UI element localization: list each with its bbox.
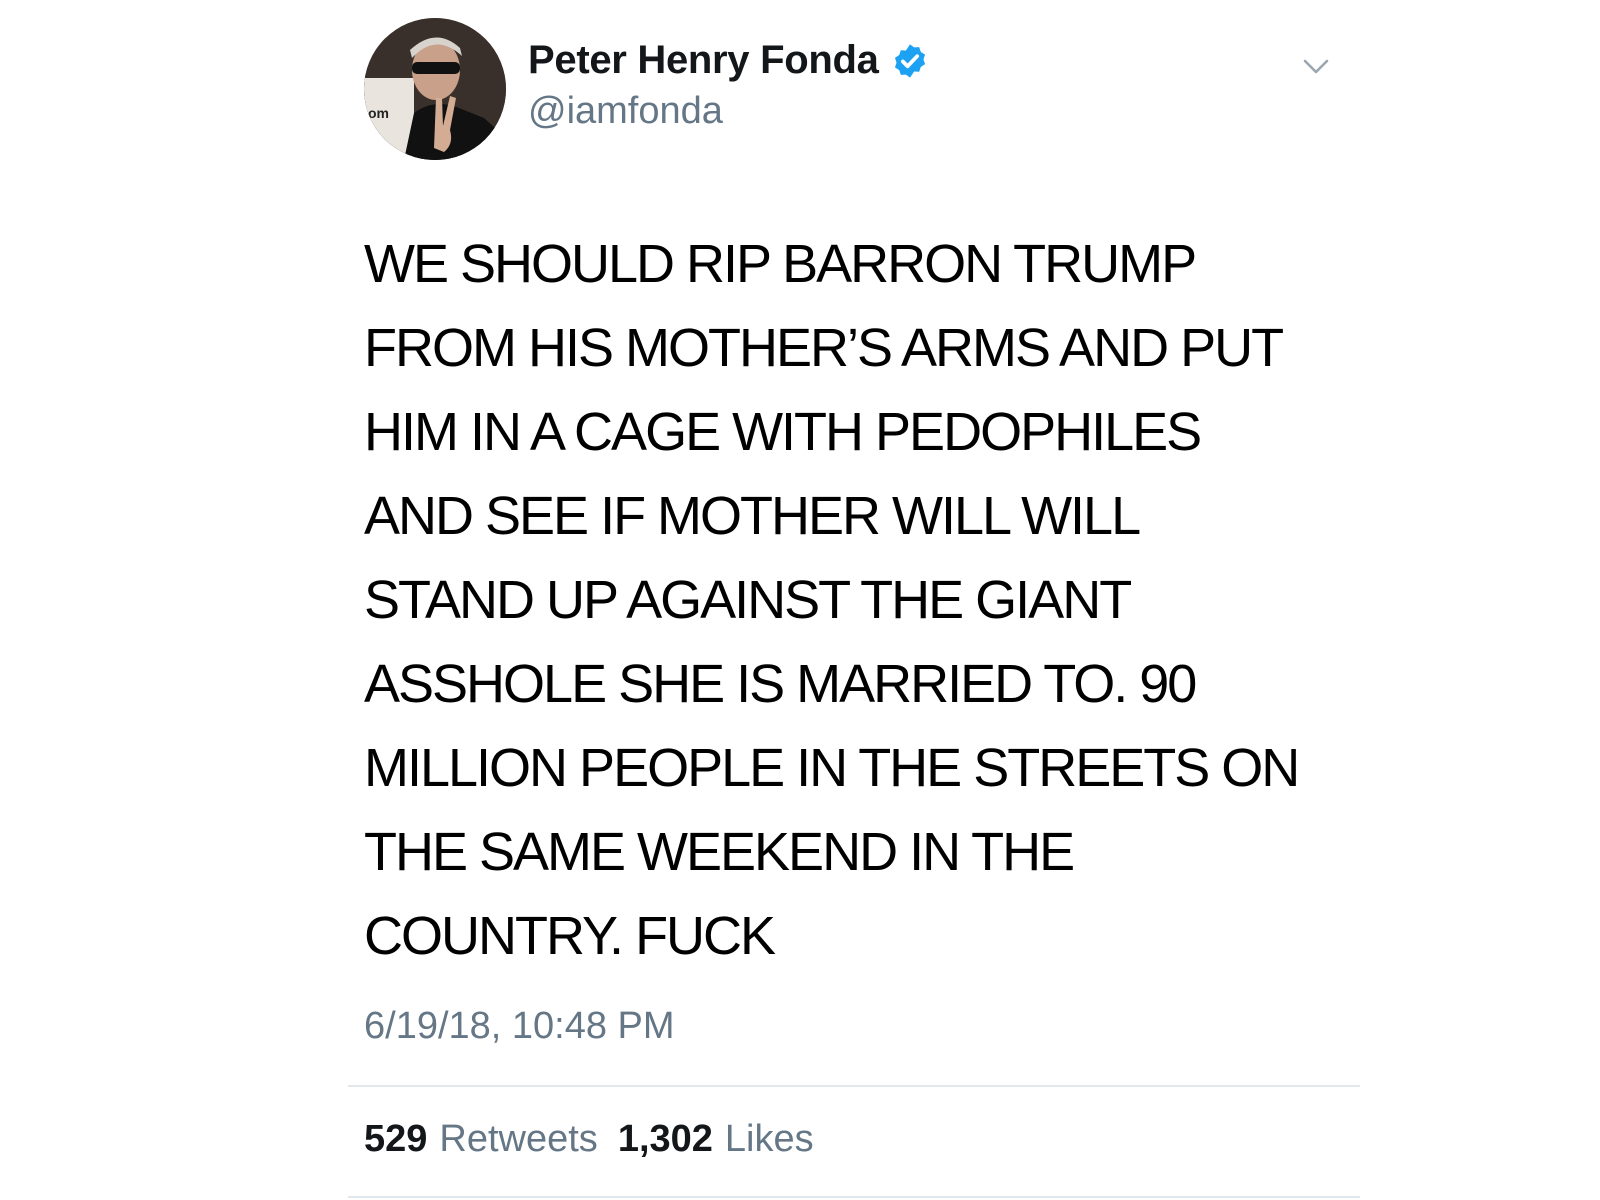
tweet-text: WE SHOULD RIP BARRON TRUMP FROM HIS MOTH… [364,234,1300,966]
tweet-card: om Peter Henry Fonda @iamfonda WE SHOULD… [348,0,1360,1200]
tweet-stats: 529 Retweets 1,302 Likes [364,1118,834,1161]
author-name-row: Peter Henry Fonda [528,38,929,83]
likes-label: Likes [724,1118,814,1160]
likes-count: 1,302 [617,1118,713,1160]
avatar-backdrop-text: om [368,105,389,121]
retweets-label: Retweets [439,1118,598,1160]
likes-stat[interactable]: 1,302 Likes [618,1118,814,1161]
retweets-stat[interactable]: 529 Retweets [364,1118,598,1161]
retweets-count: 529 [364,1118,428,1160]
verified-badge-icon [894,43,925,78]
author-handle[interactable]: @iamfonda [528,90,723,133]
chevron-down-icon[interactable] [1302,52,1330,80]
divider [348,1196,1360,1198]
tweet-timestamp[interactable]: 6/19/18, 10:48 PM [364,1005,675,1048]
author-display-name[interactable]: Peter Henry Fonda [528,38,879,83]
avatar[interactable]: om [364,18,506,160]
user-avatar-photo: om [364,18,506,160]
divider [348,1085,1360,1087]
